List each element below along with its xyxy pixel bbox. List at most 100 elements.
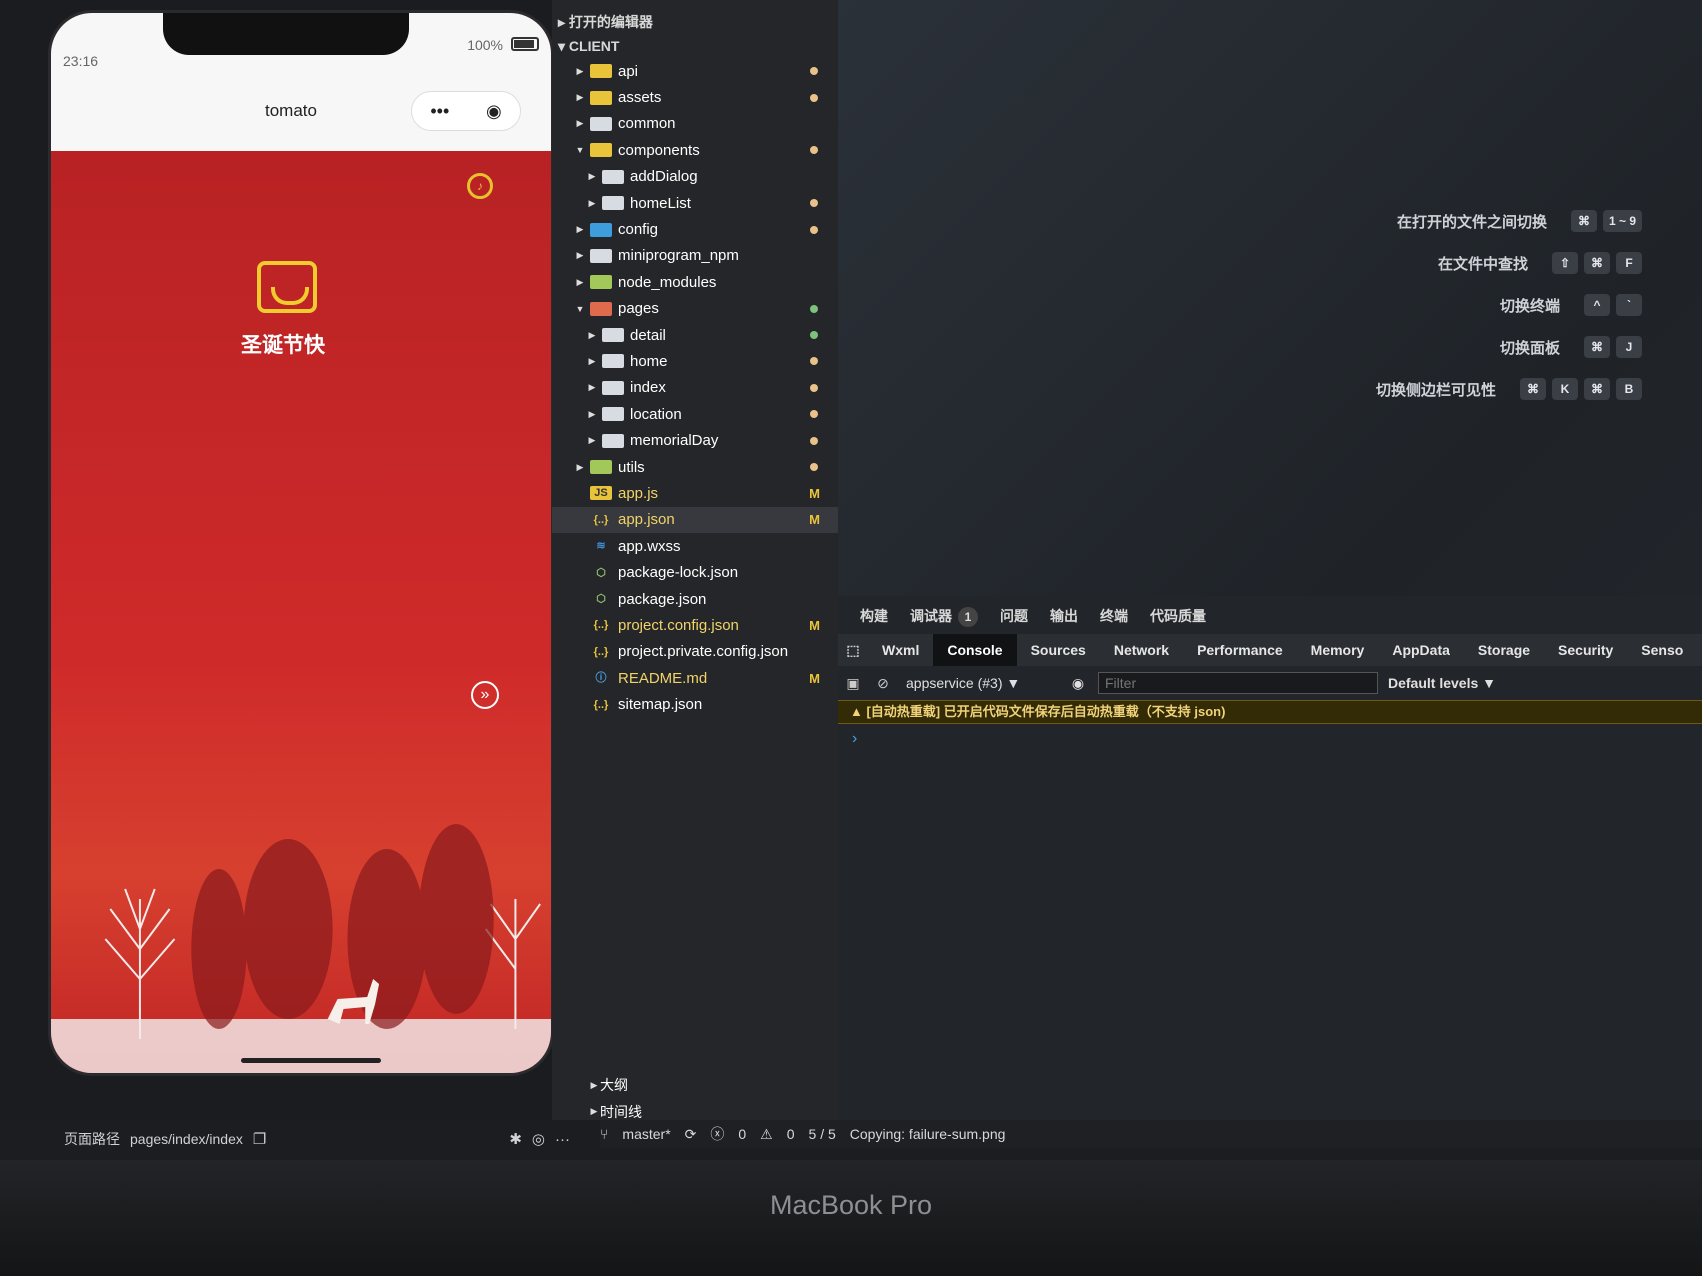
chevron-right-icon[interactable]: ▶ [574, 66, 586, 77]
js-file-icon: JS [590, 486, 612, 501]
git-branch[interactable]: master* [622, 1126, 670, 1142]
outline-header[interactable]: ▶ 大纲 [552, 1072, 838, 1098]
chevron-right-icon[interactable]: ▶ [574, 118, 586, 129]
devtools-tab[interactable]: Console [933, 634, 1017, 666]
chevron-right-icon[interactable]: ▶ [586, 435, 598, 446]
simulator-footer: 页面路径 pages/index/index ❐ ✱ ◎ ··· [64, 1126, 570, 1152]
inspect-element-icon[interactable]: ⬚ [838, 642, 868, 659]
json-file-icon: {..} [593, 619, 609, 632]
chevron-right-icon[interactable]: ▶ [586, 171, 598, 182]
tree-item[interactable]: ▶ api [552, 58, 838, 84]
warning-count[interactable]: 0 [787, 1126, 795, 1142]
git-status-dot [810, 93, 818, 102]
chevron-right-icon[interactable]: ▶ [574, 250, 586, 261]
tree-item[interactable]: ▶ memorialDay [552, 427, 838, 453]
chevron-right-icon[interactable]: ▶ [586, 356, 598, 367]
project-root-header[interactable]: ▾ CLIENT [558, 38, 619, 55]
tree-item[interactable]: ≋ app.wxss [552, 533, 838, 559]
editor-area: 在打开的文件之间切换 ⌘ 1 ~ 9 在文件中查找 ⇧ ⌘ F 切换终端 ^ ` 切换面板 ⌘ J 切换侧… [838, 0, 1702, 1120]
tree-item-label: components [618, 141, 700, 159]
music-icon[interactable]: ♪ [467, 173, 493, 199]
tree-item[interactable]: {..} sitemap.json [552, 691, 838, 717]
tree-item[interactable]: ▼ pages [552, 296, 838, 322]
more-icon[interactable]: ··· [555, 1131, 570, 1148]
filter-input[interactable] [1098, 672, 1378, 694]
folder-icon [590, 222, 612, 237]
tree-item[interactable]: ▶ miniprogram_npm [552, 243, 838, 269]
tree-item[interactable]: ⬡ package.json [552, 586, 838, 612]
tree-item[interactable]: ▶ config [552, 216, 838, 242]
more-icon[interactable]: ••• [430, 101, 449, 122]
tree-item[interactable]: ▶ home [552, 348, 838, 374]
sync-icon[interactable]: ⟳ [685, 1126, 697, 1143]
devtools-tab[interactable]: Network [1100, 634, 1183, 666]
tree-item[interactable]: ▶ common [552, 111, 838, 137]
tree-item[interactable]: ▶ assets [552, 84, 838, 110]
bug-icon[interactable]: ✱ [509, 1130, 522, 1148]
tree-item[interactable]: ▶ location [552, 401, 838, 427]
devtools-tab[interactable]: Storage [1464, 634, 1544, 666]
panel-tab[interactable]: 输出 [1050, 606, 1078, 627]
close-target-icon[interactable]: ◉ [486, 101, 502, 122]
panel-tab[interactable]: 构建 [860, 606, 888, 627]
chevron-right-icon[interactable]: ▶ [574, 92, 586, 103]
panel-tab[interactable]: 代码质量 [1150, 606, 1206, 627]
shortcut-hints: 在打开的文件之间切换 ⌘ 1 ~ 9 在文件中查找 ⇧ ⌘ F 切换终端 ^ ` 切换面板 ⌘ J 切换侧… [1182, 200, 1642, 410]
devtools-tab[interactable]: Wxml [868, 634, 933, 666]
tree-item[interactable]: {..} app.json M [552, 506, 838, 534]
shortcut-key: 1 ~ 9 [1602, 210, 1642, 232]
tree-item[interactable]: ▶ addDialog [552, 164, 838, 190]
panel-tab[interactable]: 问题 [1000, 606, 1028, 627]
next-arrow-icon[interactable]: » [471, 681, 499, 709]
devtools-tab[interactable]: Memory [1297, 634, 1379, 666]
devtools-tab[interactable]: Senso [1627, 634, 1697, 666]
chevron-right-icon[interactable]: ▶ [574, 462, 586, 473]
tree-item-label: home [630, 352, 668, 370]
capsule-menu[interactable]: ••• ◉ [411, 91, 521, 131]
tree-item-label: index [630, 379, 666, 397]
chevron-down-icon[interactable]: ▼ [574, 304, 586, 314]
devtools-tab[interactable]: Security [1544, 634, 1627, 666]
devtools-tab[interactable]: AppData [1378, 634, 1464, 666]
log-levels-dropdown[interactable]: Default levels ▼ [1388, 675, 1496, 691]
sidebar-toggle-icon[interactable]: ▣ [838, 675, 868, 692]
tree-item[interactable]: {..} project.config.json M [552, 612, 838, 638]
clear-console-icon[interactable]: ⊘ [868, 675, 898, 692]
tree-item[interactable]: ▶ homeList [552, 190, 838, 216]
devtools-tab[interactable]: Sources [1017, 634, 1100, 666]
git-status-dot [810, 67, 818, 76]
shortcut-key: ⌘ [1584, 378, 1610, 400]
tree-item[interactable]: ▶ utils [552, 454, 838, 480]
panel-tab[interactable]: 终端 [1100, 606, 1128, 627]
page-path-label[interactable]: 页面路径 [64, 1129, 120, 1149]
live-expression-eye-icon[interactable]: ◉ [1058, 675, 1098, 692]
open-editors-header[interactable]: ▸ 打开的编辑器 [558, 12, 653, 32]
tree-item[interactable]: {..} project.private.config.json [552, 639, 838, 665]
error-count[interactable]: 0 [738, 1126, 746, 1142]
tree-item[interactable]: ▶ detail [552, 322, 838, 348]
context-select[interactable]: appservice (#3) ▼ [898, 675, 1058, 691]
panel-tab[interactable]: 调试器 1 [910, 606, 978, 627]
console-prompt[interactable]: › [852, 730, 857, 748]
tree-item[interactable]: ⓘ README.md M [552, 665, 838, 691]
chevron-right-icon[interactable]: ▶ [586, 409, 598, 420]
tree-item[interactable]: JS app.js M [552, 480, 838, 506]
tree-item-label: miniprogram_npm [618, 247, 739, 265]
tree-item[interactable]: ▶ node_modules [552, 269, 838, 295]
chevron-right-icon[interactable]: ▶ [586, 330, 598, 341]
chevron-right-icon[interactable]: ▶ [574, 224, 586, 235]
panel-tab-label: 终端 [1100, 608, 1128, 624]
tree-item[interactable]: ▶ index [552, 375, 838, 401]
tree-item-label: utils [618, 458, 645, 476]
devtools-tab[interactable]: Performance [1183, 634, 1297, 666]
tree-item[interactable]: ▼ components [552, 137, 838, 163]
tree-item[interactable]: ⬡ package-lock.json [552, 559, 838, 585]
chevron-right-icon[interactable]: ▶ [586, 382, 598, 393]
tree-item-label: package.json [618, 590, 707, 608]
chevron-right-icon[interactable]: ▶ [586, 198, 598, 209]
chevron-down-icon[interactable]: ▼ [574, 145, 586, 155]
chevron-right-icon[interactable]: ▶ [574, 277, 586, 288]
shortcut-row: 切换侧边栏可见性 ⌘ K ⌘ B [1182, 368, 1642, 410]
eye-icon[interactable]: ◎ [532, 1130, 545, 1148]
copy-icon[interactable]: ❐ [253, 1130, 266, 1148]
